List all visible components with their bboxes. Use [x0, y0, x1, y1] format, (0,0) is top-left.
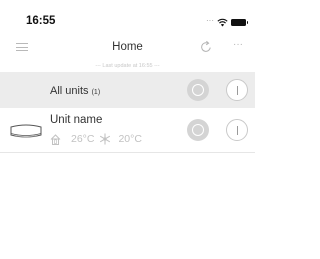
last-update-text: --- Last update at 16:55 --- — [95, 63, 160, 69]
status-bar: 16:55 ··· — [0, 0, 255, 34]
power-on-icon — [237, 126, 239, 135]
unit-power-off-button[interactable] — [187, 119, 209, 141]
battery-icon — [231, 18, 248, 26]
power-off-icon — [192, 124, 204, 136]
all-units-power-off-button[interactable] — [187, 79, 209, 101]
power-off-icon — [192, 84, 204, 96]
unit-row[interactable]: Unit name 26°C 20°C — [0, 108, 255, 153]
status-time: 16:55 — [26, 15, 56, 27]
all-units-power-on-button[interactable] — [226, 79, 248, 101]
power-on-icon — [237, 86, 239, 95]
refresh-icon[interactable] — [199, 40, 213, 54]
setpoint-temperature: 20°C — [118, 133, 142, 145]
wifi-icon — [217, 18, 228, 27]
air-conditioner-icon — [10, 124, 42, 138]
all-units-count: (1) — [91, 89, 101, 96]
all-units-row[interactable]: All units (1) — [0, 72, 255, 108]
unit-name: Unit name — [50, 114, 103, 126]
status-icons: ··· — [206, 15, 248, 27]
all-units-label: All units (1) — [50, 85, 100, 97]
unit-status: 26°C 20°C — [50, 133, 142, 145]
nav-bar: Home ··· — [0, 34, 255, 62]
app-screen: 16:55 ··· Home ··· --- Last update at 16… — [0, 0, 255, 259]
all-units-label-text: All units — [50, 85, 89, 97]
unit-power-on-button[interactable] — [226, 119, 248, 141]
home-temperature-icon — [50, 133, 61, 145]
more-options-icon[interactable]: ··· — [233, 39, 243, 50]
snowflake-icon — [100, 133, 111, 145]
signal-dots-icon: ··· — [206, 15, 214, 25]
page-title: Home — [112, 41, 143, 53]
indoor-temperature: 26°C — [71, 133, 95, 145]
